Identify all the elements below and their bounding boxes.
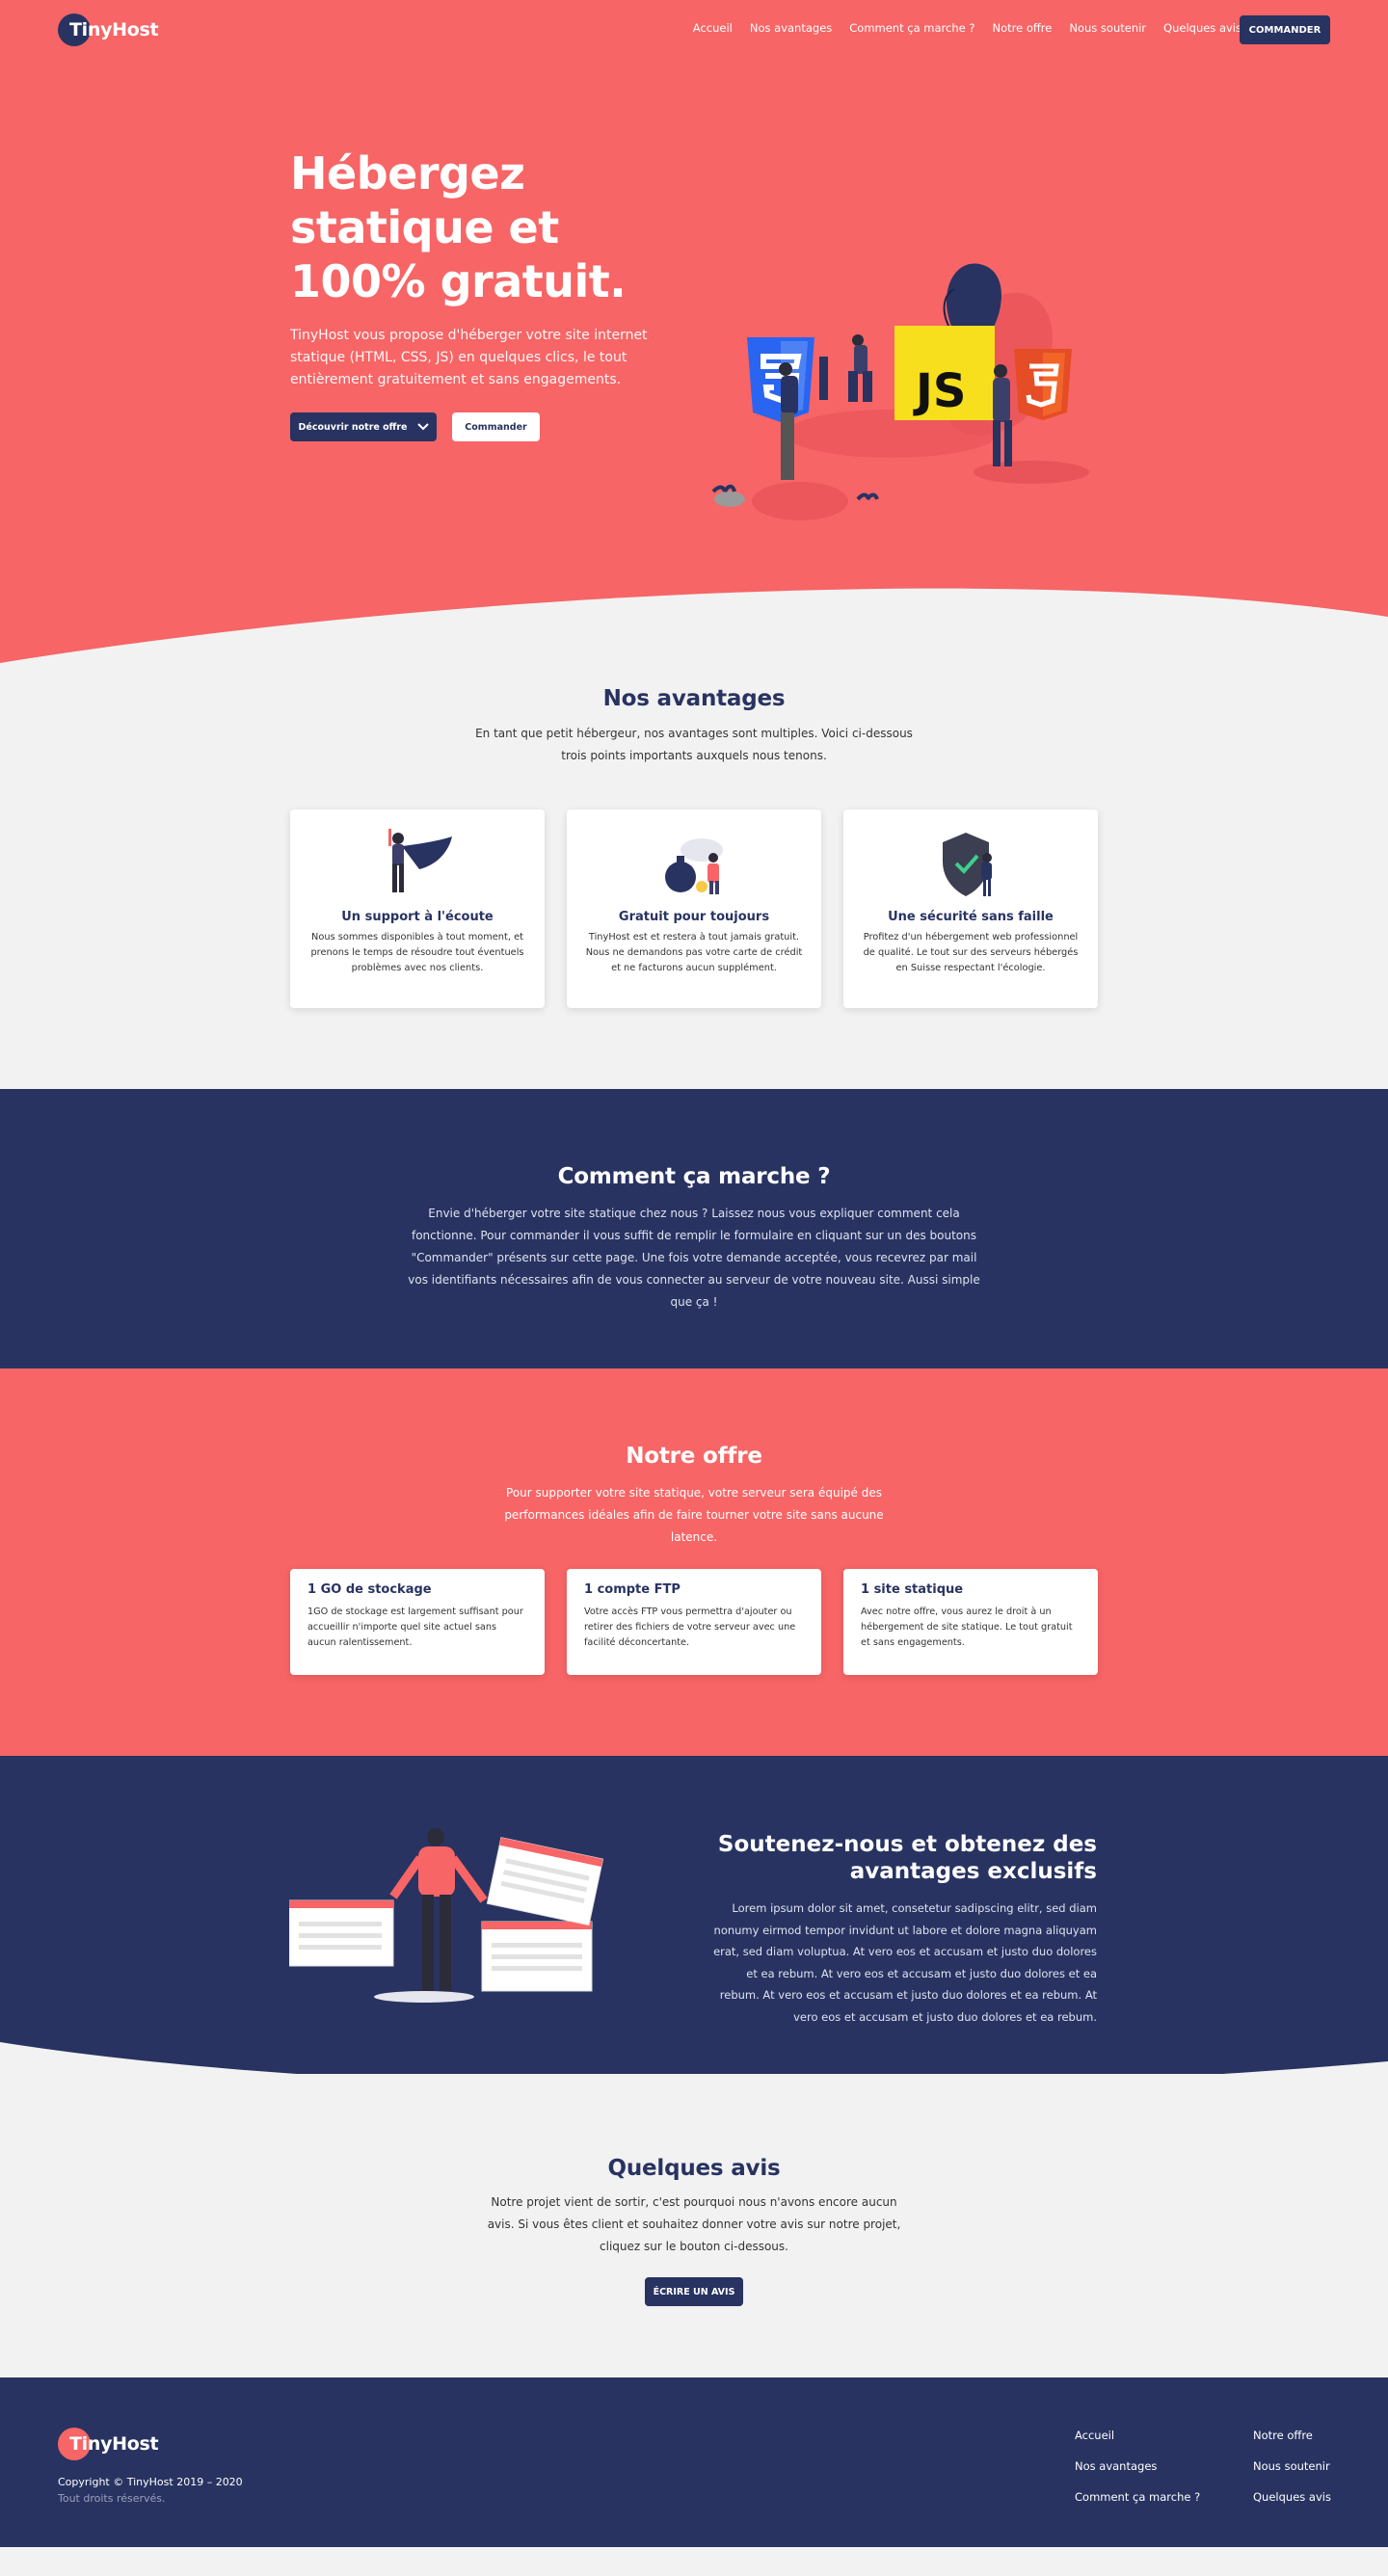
write-review-button[interactable]: ÉCRIRE UN AVIS bbox=[645, 2277, 743, 2306]
advantage-card-text: Profitez d'un hébergement web profession… bbox=[863, 932, 1079, 973]
advantages-section: Nos avantages En tant que petit hébergeu… bbox=[0, 665, 1388, 1089]
footer-logo-text: TinyHost bbox=[69, 2433, 159, 2455]
footer-link-soutenir[interactable]: Nous soutenir bbox=[1253, 2459, 1331, 2473]
advantages-subtitle: En tant que petit hébergeur, nos avantag… bbox=[475, 727, 913, 762]
footer-link-comment[interactable]: Comment ça marche ? bbox=[1075, 2490, 1200, 2504]
support-title: Soutenez-nous et obtenez des avantages e… bbox=[717, 1832, 1097, 1884]
reviews-text: Notre projet vient de sortir, c'est pour… bbox=[487, 2195, 901, 2253]
logo[interactable]: TinyHost bbox=[58, 13, 159, 46]
shield-icon bbox=[943, 833, 992, 896]
hero-title: Hébergez statique et 100% gratuit. bbox=[290, 147, 627, 307]
support-illustration bbox=[289, 1828, 604, 2003]
chevron-down-icon bbox=[416, 423, 429, 431]
advantage-card-support: Un support à l'écoute Nous sommes dispon… bbox=[290, 810, 545, 1008]
offer-card-title: 1 GO de stockage bbox=[307, 1582, 432, 1597]
offer-card-title: 1 compte FTP bbox=[584, 1582, 681, 1597]
footer-link-avantages[interactable]: Nos avantages bbox=[1075, 2459, 1200, 2473]
nav-menu: Accueil Nos avantages Comment ça marche … bbox=[693, 21, 1241, 35]
nav-link-avis[interactable]: Quelques avis bbox=[1163, 21, 1241, 35]
nav-link-avantages[interactable]: Nos avantages bbox=[750, 21, 832, 35]
nav-link-accueil[interactable]: Accueil bbox=[693, 21, 733, 35]
offer-section: Notre offre Pour supporter votre site st… bbox=[0, 1368, 1388, 1756]
support-text: Lorem ipsum dolor sit amet, consetetur s… bbox=[713, 1901, 1097, 2024]
hero-section: TinyHost Accueil Nos avantages Comment ç… bbox=[0, 0, 1388, 665]
advantage-card-text: TinyHost est et restera à tout jamais gr… bbox=[585, 932, 803, 973]
advantage-card-text: Nous sommes disponibles à tout moment, e… bbox=[310, 932, 524, 973]
advantage-card-title: Une sécurité sans faille bbox=[888, 910, 1054, 924]
advantages-title: Nos avantages bbox=[602, 686, 786, 711]
support-section: Soutenez-nous et obtenez des avantages e… bbox=[0, 1756, 1388, 2074]
advantage-card-security: Une sécurité sans faille Profitez d'un h… bbox=[843, 810, 1098, 1008]
offer-card-title: 1 site statique bbox=[861, 1582, 964, 1597]
footer-link-avis[interactable]: Quelques avis bbox=[1253, 2490, 1331, 2504]
top-navbar: TinyHost Accueil Nos avantages Comment ç… bbox=[0, 0, 1388, 60]
advantage-card-title: Un support à l'écoute bbox=[341, 910, 494, 924]
nav-link-soutenir[interactable]: Nous soutenir bbox=[1069, 21, 1146, 35]
footer-copyright: Copyright © TinyHost 2019 – 2020 bbox=[58, 2476, 243, 2488]
superhero-icon bbox=[388, 829, 452, 892]
advantage-card-title: Gratuit pour toujours bbox=[618, 910, 770, 924]
js-logo-label: JS bbox=[913, 364, 966, 418]
hero-wave-divider bbox=[0, 588, 1388, 665]
offer-card-text: Votre accès FTP vous permettra d'ajouter… bbox=[584, 1607, 796, 1648]
offer-cards: 1 GO de stockage 1GO de stockage est lar… bbox=[290, 1569, 1098, 1675]
discover-offer-label: Découvrir notre offre bbox=[298, 421, 408, 433]
nav-link-offre[interactable]: Notre offre bbox=[992, 21, 1052, 35]
how-text: Envie d'héberger votre site statique che… bbox=[408, 1207, 980, 1309]
advantage-card-free: Gratuit pour toujours TinyHost est et re… bbox=[567, 810, 821, 1008]
footer-link-accueil[interactable]: Accueil bbox=[1075, 2429, 1200, 2442]
hero-buttons: Découvrir notre offre Commander bbox=[290, 412, 540, 441]
advantages-cards: Un support à l'écoute Nous sommes dispon… bbox=[290, 810, 1098, 1008]
offer-card-storage: 1 GO de stockage 1GO de stockage est lar… bbox=[290, 1569, 545, 1675]
footer: TinyHost Copyright © TinyHost 2019 – 202… bbox=[0, 2377, 1388, 2547]
footer-links-col-1: Accueil Nos avantages Comment ça marche … bbox=[1075, 2429, 1200, 2504]
footer-logo[interactable]: TinyHost bbox=[58, 2428, 159, 2460]
reviews-title: Quelques avis bbox=[607, 2156, 781, 2181]
offer-subtitle: Pour supporter votre site statique, votr… bbox=[504, 1486, 884, 1544]
how-it-works-section: Comment ça marche ? Envie d'héberger vot… bbox=[0, 1089, 1388, 1368]
offer-card-static-site: 1 site statique Avec notre offre, vous a… bbox=[843, 1569, 1098, 1675]
hero-order-button[interactable]: Commander bbox=[452, 412, 540, 441]
hero-illustration: JS bbox=[711, 263, 1089, 520]
hero-text: TinyHost vous propose d'héberger votre s… bbox=[290, 328, 648, 387]
offer-card-text: Avec notre offre, vous aurez le droit à … bbox=[861, 1607, 1073, 1648]
support-wave-divider bbox=[0, 2042, 1388, 2074]
footer-links-col-2: Notre offre Nous soutenir Quelques avis bbox=[1253, 2429, 1331, 2504]
nav-link-comment[interactable]: Comment ça marche ? bbox=[849, 21, 974, 35]
footer-link-offre[interactable]: Notre offre bbox=[1253, 2429, 1331, 2442]
how-title: Comment ça marche ? bbox=[557, 1164, 831, 1189]
discover-offer-button[interactable]: Découvrir notre offre bbox=[290, 412, 437, 441]
offer-title: Notre offre bbox=[626, 1444, 762, 1469]
reviews-section: Quelques avis Notre projet vient de sort… bbox=[0, 2074, 1388, 2377]
offer-card-ftp: 1 compte FTP Votre accès FTP vous permet… bbox=[567, 1569, 821, 1675]
order-button[interactable]: COMMANDER bbox=[1240, 15, 1330, 44]
offer-card-text: 1GO de stockage est largement suffisant … bbox=[307, 1607, 523, 1648]
footer-rights: Tout droits réservés. bbox=[58, 2492, 166, 2505]
logo-text: TinyHost bbox=[69, 19, 159, 40]
money-bag-icon bbox=[665, 838, 723, 894]
